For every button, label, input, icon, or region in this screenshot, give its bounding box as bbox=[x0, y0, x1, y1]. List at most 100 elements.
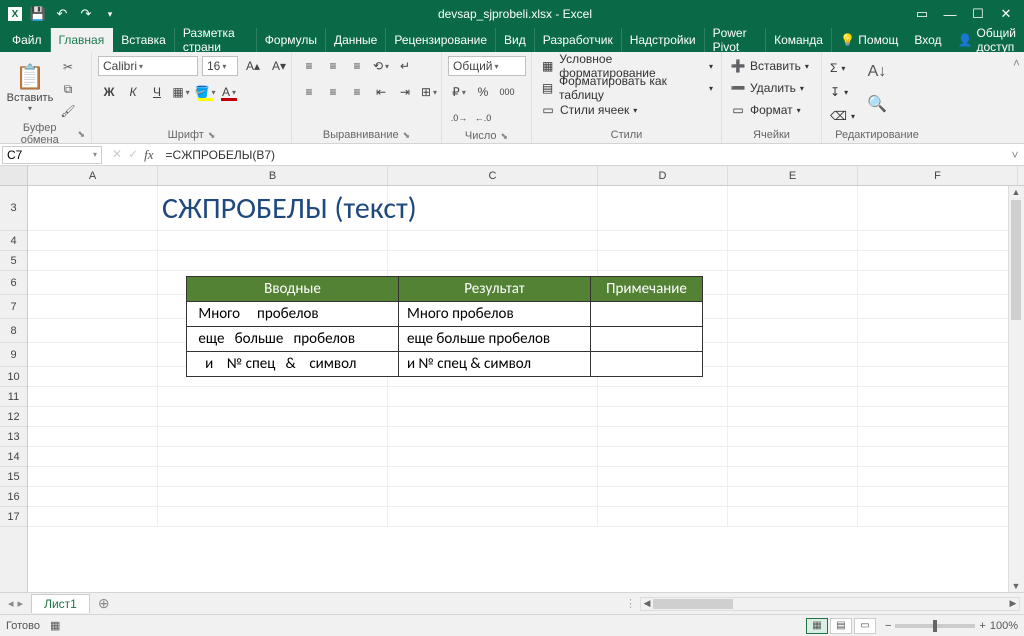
zoom-slider-handle[interactable] bbox=[933, 620, 937, 632]
undo-icon[interactable]: ↶ bbox=[54, 6, 70, 22]
cell[interactable] bbox=[598, 507, 728, 527]
cell[interactable] bbox=[858, 467, 1018, 487]
bold-button[interactable]: Ж bbox=[98, 82, 120, 102]
cell[interactable] bbox=[28, 407, 158, 427]
tab-formulas[interactable]: Формулы bbox=[257, 28, 326, 52]
ribbon-display-options-icon[interactable]: ▭ bbox=[914, 6, 930, 22]
tab-review[interactable]: Рецензирование bbox=[386, 28, 496, 52]
cell[interactable] bbox=[388, 387, 598, 407]
cell[interactable] bbox=[598, 407, 728, 427]
cut-button[interactable]: ✂ bbox=[58, 58, 78, 76]
maximize-icon[interactable]: ☐ bbox=[970, 6, 986, 22]
minimize-icon[interactable]: — bbox=[942, 6, 958, 22]
cell[interactable] bbox=[598, 447, 728, 467]
column-header[interactable]: B bbox=[158, 166, 388, 185]
autosum-button[interactable]: Σ▾ bbox=[828, 58, 857, 78]
cell[interactable] bbox=[158, 387, 388, 407]
save-icon[interactable]: 💾 bbox=[30, 6, 46, 22]
select-all-button[interactable] bbox=[0, 166, 27, 186]
cell[interactable] bbox=[728, 343, 858, 367]
sign-in[interactable]: Вход bbox=[906, 28, 949, 52]
cell[interactable]: Много пробелов bbox=[399, 302, 591, 327]
cell[interactable] bbox=[858, 447, 1018, 467]
cell[interactable] bbox=[728, 295, 858, 319]
borders-button[interactable]: ▦ bbox=[170, 82, 192, 102]
redo-icon[interactable]: ↷ bbox=[78, 6, 94, 22]
row-header[interactable]: 16 bbox=[0, 487, 27, 507]
zoom-slider[interactable] bbox=[895, 624, 975, 628]
macro-record-button[interactable]: ▦ bbox=[50, 619, 60, 632]
row-header[interactable]: 10 bbox=[0, 367, 27, 387]
grid[interactable]: A B C D E F СЖПРОБЕЛЫ (текст) bbox=[28, 166, 1024, 592]
cell[interactable] bbox=[591, 327, 703, 352]
decrease-font-button[interactable]: A▾ bbox=[268, 56, 290, 76]
sheet-nav-last[interactable]: ▸ bbox=[18, 597, 24, 610]
tab-insert[interactable]: Вставка bbox=[113, 28, 175, 52]
cell[interactable] bbox=[858, 387, 1018, 407]
align-left-button[interactable]: ≡ bbox=[298, 82, 320, 102]
cell[interactable] bbox=[28, 387, 158, 407]
cell[interactable] bbox=[598, 487, 728, 507]
cell[interactable] bbox=[158, 407, 388, 427]
page-break-view-button[interactable]: ▭ bbox=[854, 618, 876, 634]
cell[interactable] bbox=[728, 231, 858, 251]
cell[interactable] bbox=[858, 295, 1018, 319]
vertical-scrollbar[interactable]: ▲ ▼ bbox=[1008, 186, 1024, 592]
row-header[interactable]: 9 bbox=[0, 343, 27, 367]
normal-view-button[interactable]: ▦ bbox=[806, 618, 828, 634]
cell[interactable]: Много пробелов bbox=[187, 302, 399, 327]
find-select-button[interactable]: 🔍 bbox=[863, 90, 891, 118]
row-header[interactable]: 17 bbox=[0, 507, 27, 527]
cell[interactable] bbox=[388, 447, 598, 467]
cell[interactable] bbox=[728, 487, 858, 507]
cell[interactable] bbox=[158, 231, 388, 251]
format-cells-button[interactable]: ▭Формат▾ bbox=[728, 100, 803, 120]
cell[interactable] bbox=[28, 427, 158, 447]
cell[interactable] bbox=[858, 186, 1018, 231]
align-top-button[interactable]: ≡ bbox=[298, 56, 320, 76]
cell[interactable] bbox=[28, 343, 158, 367]
cell[interactable] bbox=[158, 487, 388, 507]
share-button[interactable]: 👤Общий доступ bbox=[950, 28, 1024, 52]
number-dialog-launcher[interactable]: ⬊ bbox=[501, 131, 509, 142]
align-right-button[interactable]: ≡ bbox=[346, 82, 368, 102]
cell[interactable] bbox=[28, 319, 158, 343]
cell[interactable] bbox=[728, 319, 858, 343]
new-sheet-button[interactable]: ⊕ bbox=[90, 595, 118, 612]
cell[interactable] bbox=[858, 251, 1018, 271]
align-bottom-button[interactable]: ≡ bbox=[346, 56, 368, 76]
table-header[interactable]: Результат bbox=[399, 277, 591, 302]
number-format-select[interactable]: Общий bbox=[448, 56, 526, 76]
cell[interactable] bbox=[598, 186, 728, 231]
cell[interactable] bbox=[728, 427, 858, 447]
tab-addins[interactable]: Надстройки bbox=[622, 28, 705, 52]
conditional-formatting-button[interactable]: ▦Условное форматирование▾ bbox=[538, 56, 715, 76]
cell[interactable] bbox=[28, 271, 158, 295]
cell[interactable] bbox=[158, 251, 388, 271]
cell[interactable] bbox=[388, 467, 598, 487]
align-center-button[interactable]: ≡ bbox=[322, 82, 344, 102]
row-header[interactable]: 5 bbox=[0, 251, 27, 271]
cell[interactable] bbox=[28, 295, 158, 319]
align-middle-button[interactable]: ≡ bbox=[322, 56, 344, 76]
cell[interactable] bbox=[388, 427, 598, 447]
cell[interactable] bbox=[728, 271, 858, 295]
percent-button[interactable]: % bbox=[472, 82, 494, 102]
row-header[interactable]: 14 bbox=[0, 447, 27, 467]
increase-font-button[interactable]: A▴ bbox=[242, 56, 264, 76]
row-header[interactable]: 3 bbox=[0, 186, 27, 231]
tab-data[interactable]: Данные bbox=[326, 28, 386, 52]
cell[interactable]: СЖПРОБЕЛЫ (текст) bbox=[158, 186, 388, 231]
sheet-tab-active[interactable]: Лист1 bbox=[31, 594, 90, 613]
zoom-in-button[interactable]: + bbox=[979, 620, 985, 632]
cell[interactable] bbox=[858, 367, 1018, 387]
tab-view[interactable]: Вид bbox=[496, 28, 535, 52]
row-header[interactable]: 7 bbox=[0, 295, 27, 319]
cell[interactable] bbox=[858, 343, 1018, 367]
cell[interactable] bbox=[858, 427, 1018, 447]
cell[interactable] bbox=[858, 271, 1018, 295]
formula-input[interactable]: =СЖПРОБЕЛЫ(B7) bbox=[160, 146, 1006, 164]
format-as-table-button[interactable]: ▤Форматировать как таблицу▾ bbox=[538, 78, 715, 98]
cell[interactable] bbox=[858, 231, 1018, 251]
cell[interactable] bbox=[28, 367, 158, 387]
